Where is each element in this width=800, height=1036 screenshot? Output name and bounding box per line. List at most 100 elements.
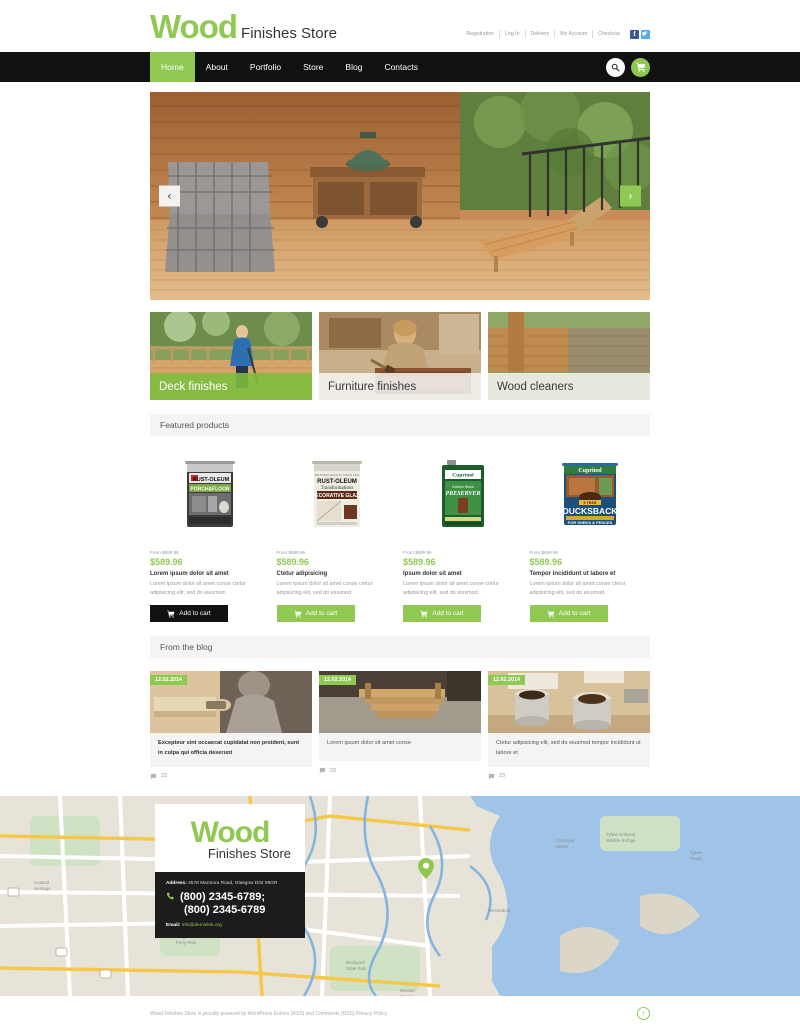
nav-item-home[interactable]: Home xyxy=(150,52,195,82)
email-value[interactable]: info@demolink.org xyxy=(182,923,222,928)
product-image-rustoleum-porch-floor-coating[interactable]: RUST-OLEUM PORCH&FLOOR xyxy=(150,450,271,538)
svg-text:PRESERVER: PRESERVER xyxy=(446,491,481,497)
svg-text:RUST-OLEUM: RUST-OLEUM xyxy=(317,479,357,485)
nav-item-contacts[interactable]: Contacts xyxy=(373,52,429,82)
cart-icon xyxy=(547,610,555,618)
svg-text:PORCH&FLOOR: PORCH&FLOOR xyxy=(191,487,231,493)
svg-text:Sound: Sound xyxy=(400,994,413,996)
product-price: $589.96 xyxy=(403,557,436,567)
link-registration[interactable]: Registration xyxy=(461,30,501,38)
nav-item-portfolio[interactable]: Portfolio xyxy=(239,52,292,82)
product-from-price: From $689.96 xyxy=(276,550,306,555)
featured-products-heading: Featured products xyxy=(150,414,650,436)
product-image-cuprinol-wood-preserver[interactable]: Cuprinol Exterior Wood PRESERVER xyxy=(403,450,524,538)
map-pin-icon[interactable] xyxy=(418,857,434,879)
svg-text:Exterior Wood: Exterior Wood xyxy=(453,485,475,489)
product-title[interactable]: Ctetur adipisicing xyxy=(277,571,398,577)
cart-icon[interactable] xyxy=(631,57,650,77)
nav-item-about[interactable]: About xyxy=(195,52,239,82)
blog-image-man-sanding-wood[interactable]: 12.02.2014 xyxy=(150,671,312,734)
back-to-top-button[interactable]: ↑ xyxy=(637,1007,650,1021)
logo-sub-text: Finishes Store xyxy=(241,24,337,42)
svg-text:RUST-OLEUM: RUST-OLEUM xyxy=(193,477,230,483)
product-from-price: From $689.96 xyxy=(403,550,432,555)
blog-post-title[interactable]: Excepteur sint occaecat cupidatat non pr… xyxy=(158,739,304,759)
svg-text:Cuprinol: Cuprinol xyxy=(453,473,475,479)
product-card: TRUSTED QUALITY SINCE 1921 RUST-OLEUM Tr… xyxy=(276,450,398,623)
contact-logo: Wood Finishes Store xyxy=(155,803,305,872)
main-navigation: Home About Portfolio Store Blog Contacts xyxy=(0,52,800,82)
paint-can-left xyxy=(515,689,549,727)
comment-icon xyxy=(488,773,495,780)
slider-next-button[interactable]: › xyxy=(620,185,641,207)
category-card-furniture-finishes[interactable]: Furniture finishes xyxy=(319,312,481,400)
svg-text:Fernandina: Fernandina xyxy=(488,908,511,913)
product-title[interactable]: Lorem ipsum dolor sit amet xyxy=(150,571,271,577)
add-to-cart-button[interactable]: Add to cart xyxy=(403,605,481,623)
add-to-cart-label: Add to cart xyxy=(558,610,591,618)
site-header: Wood Finishes Store Registration Log In … xyxy=(0,0,800,52)
facebook-icon[interactable]: f xyxy=(630,29,639,39)
blog-date-badge: 12.02.2014 xyxy=(319,675,356,686)
hero-slider-section: ‹ › xyxy=(0,82,800,300)
link-my-account[interactable]: My Account xyxy=(555,30,594,38)
site-logo[interactable]: Wood Finishes Store xyxy=(150,10,337,43)
add-to-cart-button[interactable]: Add to cart xyxy=(529,605,608,623)
blog-image-paint-cans[interactable]: 12.02.2014 xyxy=(488,671,650,734)
comment-icon xyxy=(319,768,326,774)
blog-post-title[interactable]: Ctetur adipisicing elit, sed do eiusmod … xyxy=(496,739,642,759)
svg-text:Cockspur: Cockspur xyxy=(556,838,575,843)
paint-can-right xyxy=(573,692,611,731)
category-label-furniture-finishes: Furniture finishes xyxy=(319,373,481,400)
blog-post-card: 12.02.2014 Ctetur adipisicing elit, sed … xyxy=(488,671,650,780)
link-delivery[interactable]: Delivery xyxy=(526,30,556,38)
nav-item-blog[interactable]: Blog xyxy=(334,52,373,82)
featured-products-list: RUST-OLEUM PORCH&FLOOR From $689.96 $589… xyxy=(150,450,651,623)
contact-phone-secondary[interactable]: (800) 2345-6789 xyxy=(166,904,294,916)
blog-comments[interactable]: 23 xyxy=(150,773,312,780)
twitter-icon[interactable] xyxy=(641,29,650,39)
add-to-cart-button[interactable]: Add to cart xyxy=(150,605,228,623)
blog-image-picnic-table[interactable]: 12.02.2014 xyxy=(319,671,481,734)
metal-chair xyxy=(165,162,275,272)
svg-text:Dockyard: Dockyard xyxy=(346,960,365,965)
nav-item-store[interactable]: Store xyxy=(292,52,334,82)
link-log-in[interactable]: Log In xyxy=(500,30,526,38)
search-icon[interactable] xyxy=(606,57,625,77)
add-to-cart-button[interactable]: Add to cart xyxy=(276,605,355,623)
category-card-deck-finishes[interactable]: Deck finishes xyxy=(150,312,312,400)
blog-post-card: 12.02.2014 Excepteur sint occaecat cupid… xyxy=(150,671,312,780)
contact-details: Address: 4578 Marmora Road, Glasgow D04 … xyxy=(155,871,305,938)
contact-info-card: Wood Finishes Store Address: 4578 Marmor… xyxy=(155,803,305,938)
product-title[interactable]: Ipsum dolor sit amet xyxy=(403,571,524,577)
link-checkout[interactable]: Checkout xyxy=(593,30,625,38)
svg-text:Tybee National: Tybee National xyxy=(606,832,635,837)
slider-prev-button[interactable]: ‹ xyxy=(159,185,180,207)
product-card: Cuprinol Exterior Wood PRESERVER From $6… xyxy=(403,450,524,623)
product-image-cuprinol-ducksback[interactable]: Cuprinol 5 YEAR DUCKSBACK FOR SHEDS & FE… xyxy=(530,450,651,538)
product-from-price: From $689.96 xyxy=(529,550,559,555)
blog-post-title[interactable]: Lorem ipsum dolor sit amet conse xyxy=(327,739,473,749)
cart-icon xyxy=(167,610,175,618)
product-description: Lorem ipsum dolor sit amet conse ctetur … xyxy=(150,581,246,597)
blog-comments[interactable]: 23 xyxy=(488,773,650,780)
svg-text:5 YEAR: 5 YEAR xyxy=(583,501,596,505)
category-cards: Deck finishes Furniture finishes Wood cl… xyxy=(150,312,650,400)
category-card-wood-cleaners[interactable]: Wood cleaners xyxy=(488,312,650,400)
site-footer: Wood Finishes Store is proudly powered b… xyxy=(0,995,800,1032)
svg-text:State Park: State Park xyxy=(346,966,367,971)
blog-comment-count: 23 xyxy=(161,773,167,780)
blog-comments[interactable]: 23 xyxy=(319,767,481,774)
product-card: RUST-OLEUM PORCH&FLOOR From $689.96 $589… xyxy=(150,450,271,623)
product-price: $589.96 xyxy=(276,557,310,567)
cart-icon xyxy=(294,610,302,618)
comment-icon xyxy=(150,773,157,780)
contact-map-section[interactable]: CoastalHeritage KingsFerry Park Dockyard… xyxy=(0,795,800,996)
product-title[interactable]: Tempor incididunt ut labore et xyxy=(530,571,651,577)
product-image-rustoleum-decorative-glaze[interactable]: TRUSTED QUALITY SINCE 1921 RUST-OLEUM Tr… xyxy=(277,450,398,538)
product-description: Lorem ipsum dolor sit amet conse ctetur … xyxy=(403,581,499,597)
contact-phone-primary[interactable]: (800) 2345-6789; xyxy=(166,891,294,903)
svg-text:Cuprinol: Cuprinol xyxy=(578,468,602,474)
svg-text:Tybee: Tybee xyxy=(690,850,703,855)
svg-text:DUCKSBACK: DUCKSBACK xyxy=(562,506,618,516)
